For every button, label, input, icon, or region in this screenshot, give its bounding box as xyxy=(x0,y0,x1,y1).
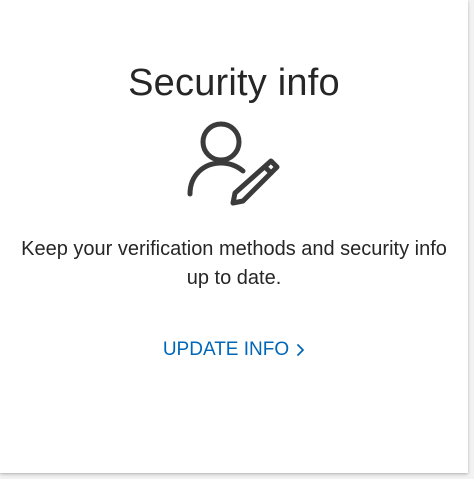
card-title: Security info xyxy=(128,62,340,104)
update-info-label: UPDATE INFO xyxy=(162,339,290,360)
update-info-link[interactable]: UPDATE INFO xyxy=(0,336,468,364)
security-info-card: Security info Keep your verification met… xyxy=(0,0,468,473)
card-description: Keep your verification methods and secur… xyxy=(21,238,447,289)
user-edit-icon xyxy=(183,118,283,212)
chevron-right-icon xyxy=(295,343,305,357)
